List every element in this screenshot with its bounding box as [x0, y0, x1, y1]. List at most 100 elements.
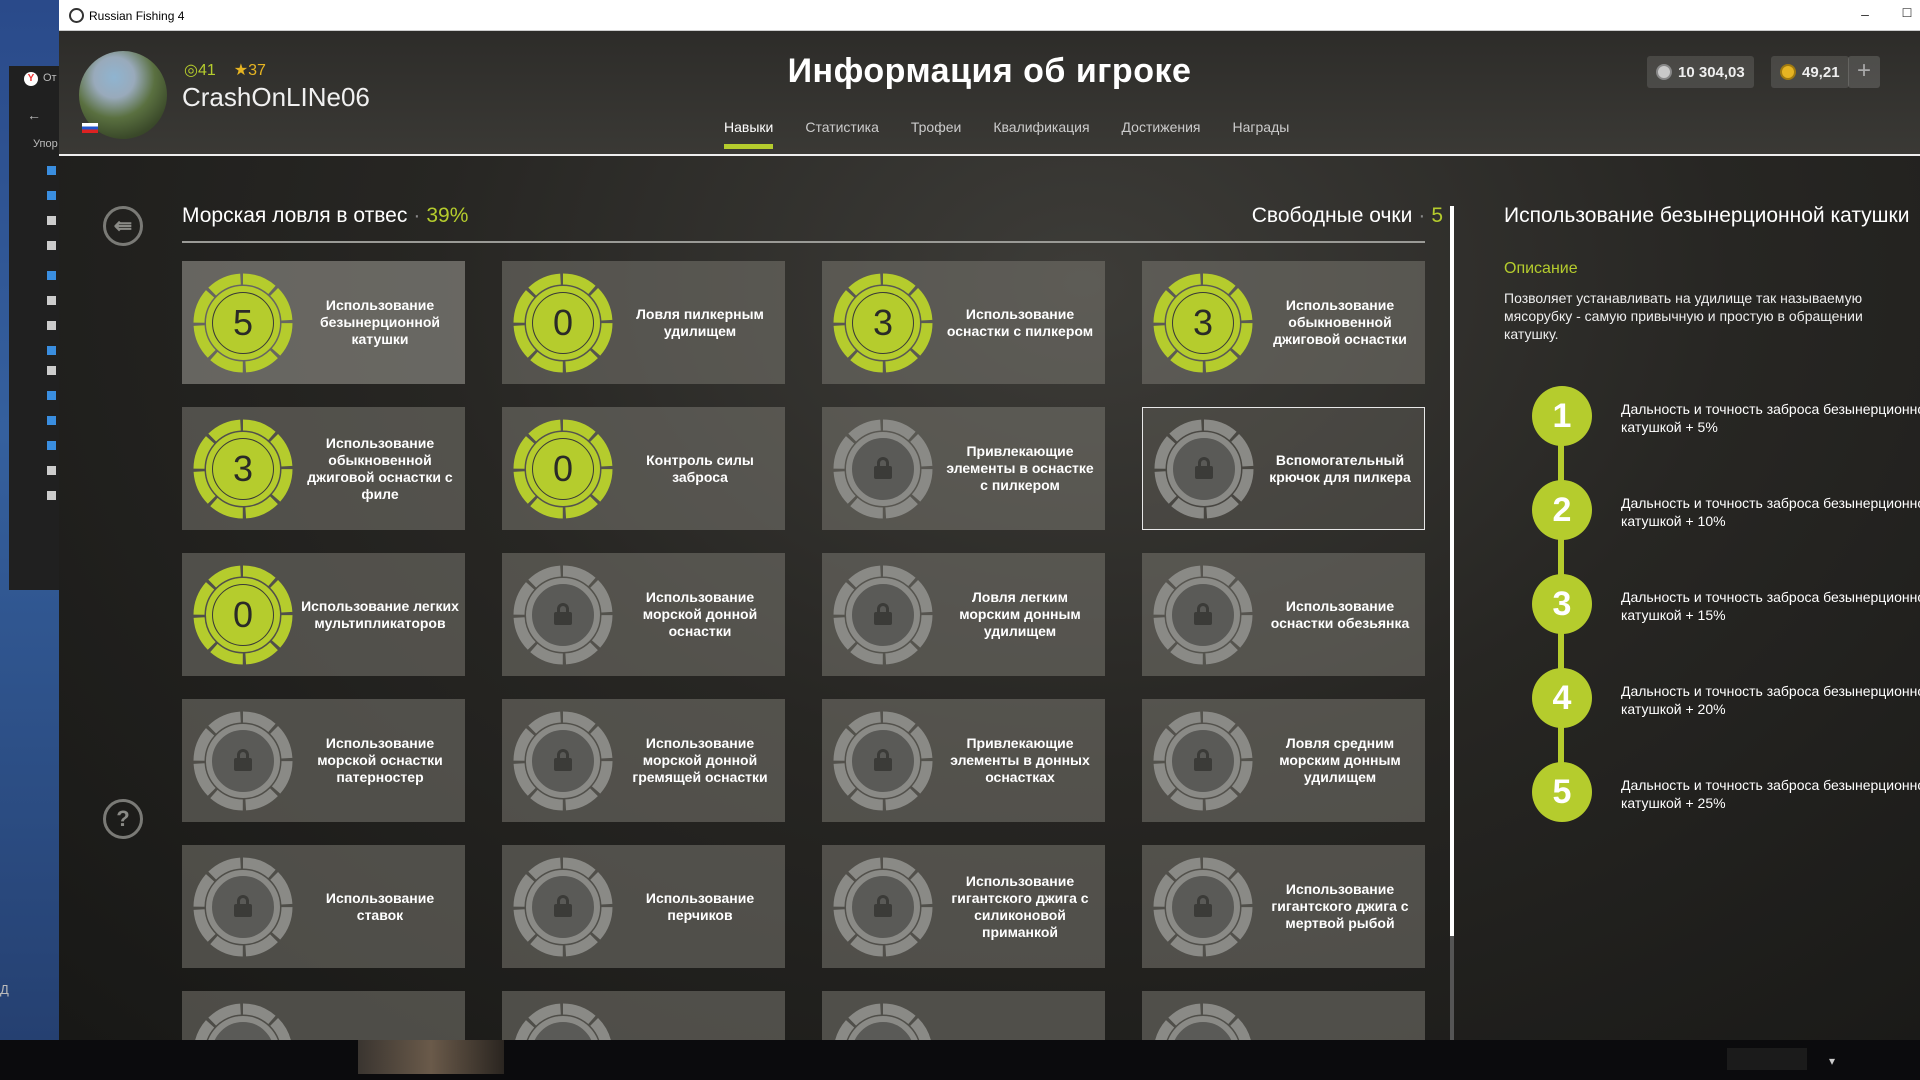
- skill-name: Ловля пилкерным удилищем: [636, 305, 764, 339]
- lock-icon: [1194, 602, 1212, 625]
- download-icon: [47, 346, 56, 355]
- back-arrow-icon[interactable]: ←: [27, 107, 41, 123]
- skill-name: Использование обыкновенной джиговой осна…: [1273, 297, 1407, 347]
- taskbar-thumbnail[interactable]: [358, 1040, 504, 1074]
- tab-qualification[interactable]: Квалификация: [993, 119, 1089, 149]
- skill-card[interactable]: Использование перчиков: [502, 845, 785, 968]
- level-number: 5: [1532, 762, 1592, 822]
- free-points: Свободные очки · 5: [1252, 204, 1443, 228]
- skill-level-ring: 0: [511, 271, 615, 375]
- skill-name: Использование оснастки обезьянка: [1270, 597, 1410, 631]
- chat-icon[interactable]: [1727, 1048, 1807, 1070]
- maximize-icon[interactable]: ☐: [1897, 6, 1917, 20]
- skill-card[interactable]: Использование гигантского джига с силико…: [822, 845, 1105, 968]
- skill-name: Привлекающие элементы в донных оснастках: [950, 735, 1090, 785]
- app-icon: [69, 8, 84, 23]
- lock-icon: [234, 894, 252, 917]
- free-points-value: 5: [1431, 204, 1443, 227]
- chevron-down-icon[interactable]: ▾: [1820, 1054, 1844, 1078]
- locked-ring-icon: [511, 1001, 615, 1040]
- section-progress: 39%: [426, 204, 469, 227]
- skill-name: Использование морской донной оснастки: [642, 589, 758, 639]
- locked-ring-icon: [831, 563, 935, 667]
- skill-card[interactable]: 3 Использование обыкновенной джиговой осн…: [182, 407, 465, 530]
- locked-ring-icon: [511, 563, 615, 667]
- lock-icon: [874, 602, 892, 625]
- skill-card[interactable]: 5 Использование безынерционной катушки: [182, 261, 465, 384]
- window-titlebar[interactable]: Russian Fishing 4 – ☐: [59, 0, 1920, 31]
- skill-card[interactable]: Использование морской оснастки патерност…: [182, 699, 465, 822]
- scrollbar-track[interactable]: [1450, 936, 1454, 1040]
- skill-level: 0: [232, 593, 254, 635]
- separator: ·: [413, 204, 421, 227]
- skill-card[interactable]: Использование: [822, 991, 1105, 1040]
- back-button[interactable]: ⇚: [103, 206, 143, 246]
- help-button[interactable]: ?: [103, 799, 143, 839]
- lock-icon: [554, 602, 572, 625]
- tab-skills[interactable]: Навыки: [724, 119, 774, 149]
- document-icon: [47, 296, 56, 305]
- minimize-icon[interactable]: –: [1855, 6, 1875, 22]
- level-number: 2: [1532, 480, 1592, 540]
- lock-icon: [1194, 748, 1212, 771]
- level-bonus-text: Дальность и точность заброса безынерцион…: [1621, 401, 1920, 435]
- image-icon: [47, 366, 56, 375]
- lock-icon: [554, 748, 572, 771]
- skill-level-ring: 3: [831, 271, 935, 375]
- drive-icon: [47, 491, 56, 500]
- skill-card[interactable]: Ловля средним морским донным удилищем: [1142, 699, 1425, 822]
- skill-card[interactable]: 0 Использование легких мультипликаторов: [182, 553, 465, 676]
- folder-icon: [47, 166, 56, 175]
- desktop-letter: Д: [0, 982, 9, 997]
- skill-card[interactable]: 0 Ловля пилкерным удилищем: [502, 261, 785, 384]
- locked-ring-icon: [831, 709, 935, 813]
- gold-balance[interactable]: 49,21: [1771, 56, 1849, 88]
- locked-ring-icon: [1151, 709, 1255, 813]
- skill-card[interactable]: Использование: [182, 991, 465, 1040]
- skill-card[interactable]: 0 Контроль силы заброса: [502, 407, 785, 530]
- skill-card[interactable]: Использование морской донной гремящей ос…: [502, 699, 785, 822]
- skill-name: Использование гигантского джига с мертво…: [1271, 881, 1409, 931]
- skill-level-ring: 3: [191, 417, 295, 521]
- skill-card[interactable]: Привлекающие элементы в донных оснастках: [822, 699, 1105, 822]
- skill-card[interactable]: Второй поводок: [502, 991, 785, 1040]
- locked-ring-icon: [191, 709, 295, 813]
- free-points-label: Свободные очки: [1251, 204, 1413, 227]
- locked-ring-icon: [831, 1001, 935, 1040]
- tab-trophies[interactable]: Трофеи: [911, 119, 961, 149]
- locked-ring-icon: [1151, 563, 1255, 667]
- tab-achievements[interactable]: Достижения: [1122, 119, 1201, 149]
- skill-card[interactable]: Ловля тяжелым: [1142, 991, 1425, 1040]
- silver-balance[interactable]: 10 304,03: [1647, 56, 1754, 88]
- skill-card[interactable]: Привлекающие элементы в оснастке с пилке…: [822, 407, 1105, 530]
- locked-ring-icon: [1151, 1001, 1255, 1040]
- locked-ring-icon: [191, 1001, 295, 1040]
- lock-icon: [1194, 894, 1212, 917]
- skill-card[interactable]: Использование оснастки обезьянка: [1142, 553, 1425, 676]
- yandex-icon[interactable]: Y: [24, 72, 38, 86]
- tab-statistics[interactable]: Статистика: [805, 119, 879, 149]
- skill-card[interactable]: Вспомогательный крючок для пилкера: [1142, 407, 1425, 530]
- desktop-left-edge: Y От ← Упор Д: [0, 0, 59, 1080]
- skill-level-ring: 0: [511, 417, 615, 521]
- detail-description: Позволяет устанавливать на удилище так н…: [1504, 290, 1863, 342]
- skill-name: Привлекающие элементы в оснастке с пилке…: [946, 443, 1094, 493]
- lock-icon: [874, 456, 892, 479]
- tab-rewards[interactable]: Награды: [1233, 119, 1290, 149]
- skill-name: Использование ставок: [325, 889, 435, 923]
- lock-icon: [554, 894, 572, 917]
- ring-graphic: [833, 1003, 933, 1040]
- browser-tab-label[interactable]: От: [43, 72, 57, 84]
- skill-card[interactable]: Использование ставок: [182, 845, 465, 968]
- skill-card[interactable]: Использование гигантского джига с мертво…: [1142, 845, 1425, 968]
- skill-level: 3: [872, 301, 894, 343]
- skill-card[interactable]: 3 Использование оснастки с пилкером: [822, 261, 1105, 384]
- ring-graphic: [513, 1003, 613, 1040]
- scrollbar-thumb[interactable]: [1450, 206, 1454, 936]
- separator: ·: [1418, 204, 1426, 227]
- add-currency-button[interactable]: +: [1848, 56, 1880, 88]
- skill-card[interactable]: 3 Использование обыкновенной джиговой осн…: [1142, 261, 1425, 384]
- skill-card[interactable]: Ловля легким морским донным удилищем: [822, 553, 1105, 676]
- skill-card[interactable]: Использование морской донной оснастки: [502, 553, 785, 676]
- skill-level-row: 5 Дальность и точность заброса безынерцио…: [1532, 762, 1920, 822]
